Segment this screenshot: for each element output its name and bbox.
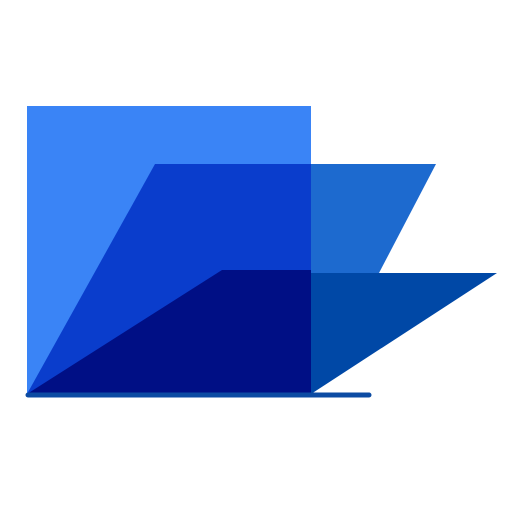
middle-panel-overhang-shape <box>311 164 436 273</box>
front-panel-overhang-shape <box>311 273 497 394</box>
open-folder-layers-icon <box>25 106 497 398</box>
icon-canvas <box>0 0 512 512</box>
